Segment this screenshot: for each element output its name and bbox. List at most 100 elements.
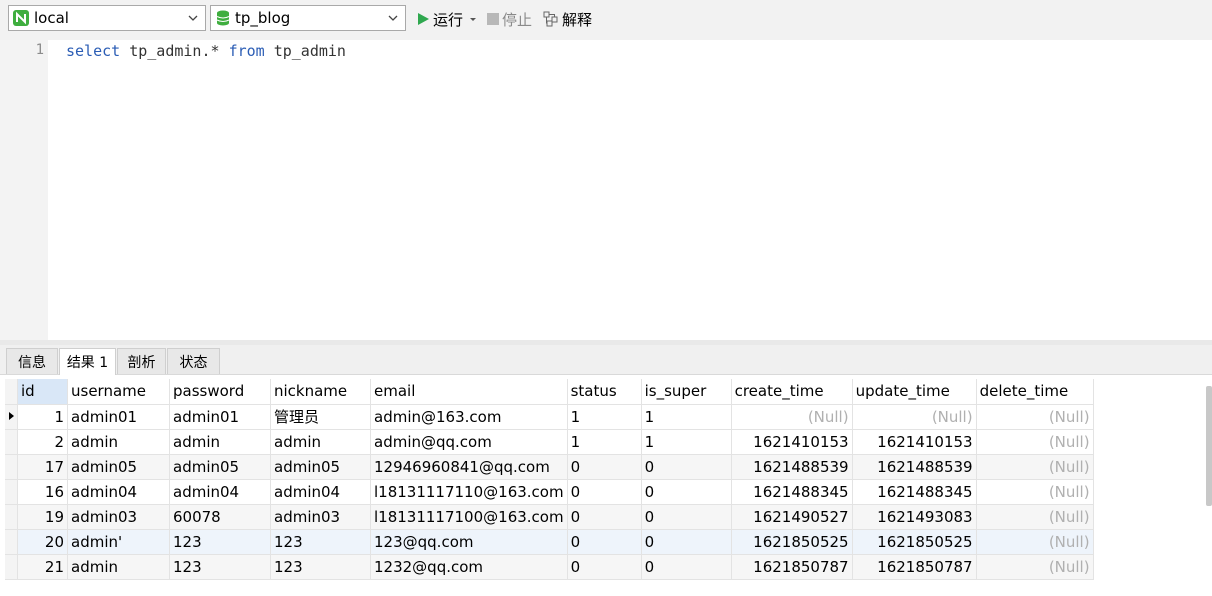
cell-delete-time[interactable]: (Null) [976,454,1094,480]
cell-username[interactable]: admin [67,429,170,455]
column-header-nickname[interactable]: nickname [270,379,371,405]
cell-status[interactable]: 0 [567,479,642,505]
cell-id[interactable]: 2 [17,429,68,455]
cell-update-time[interactable]: 1621850525 [852,529,977,555]
sql-code-line[interactable]: select tp_admin.* from tp_admin [66,42,346,60]
cell-email[interactable]: 12946960841@qq.com [370,454,568,480]
cell-status[interactable]: 0 [567,504,642,530]
cell-email[interactable]: l18131117100@163.com [370,504,568,530]
tab-status[interactable]: 状态 [167,348,220,374]
cell-is-super[interactable]: 0 [641,479,732,505]
cell-create-time[interactable]: (Null) [731,404,853,430]
cell-id[interactable]: 17 [17,454,68,480]
tab-info[interactable]: 信息 [6,348,58,374]
cell-email[interactable]: admin@163.com [370,404,568,430]
column-header-email[interactable]: email [370,379,568,405]
row-header[interactable] [5,404,18,430]
cell-username[interactable]: admin05 [67,454,170,480]
row-header[interactable] [5,429,18,455]
cell-password[interactable]: 60078 [169,504,271,530]
cell-password[interactable]: 123 [169,529,271,555]
cell-update-time[interactable]: 1621488539 [852,454,977,480]
row-header[interactable] [5,504,18,530]
cell-is-super[interactable]: 1 [641,404,732,430]
cell-create-time[interactable]: 1621850525 [731,529,853,555]
cell-nickname[interactable]: admin [270,429,371,455]
stop-button[interactable]: 停止 [487,8,532,30]
cell-status[interactable]: 0 [567,454,642,480]
cell-id[interactable]: 21 [17,554,68,580]
table-row[interactable]: 17 admin05 admin05 admin05 12946960841@qq.co… [5,454,1094,480]
cell-nickname[interactable]: 123 [270,554,371,580]
cell-status[interactable]: 1 [567,404,642,430]
cell-update-time[interactable]: 1621488345 [852,479,977,505]
cell-create-time[interactable]: 1621850787 [731,554,853,580]
column-header-password[interactable]: password [169,379,271,405]
cell-password[interactable]: admin [169,429,271,455]
row-header[interactable] [5,454,18,480]
column-header-update-time[interactable]: update_time [852,379,977,405]
column-header-id[interactable]: id [17,379,68,405]
cell-email[interactable]: 123@qq.com [370,529,568,555]
cell-is-super[interactable]: 0 [641,529,732,555]
cell-email[interactable]: admin@qq.com [370,429,568,455]
cell-create-time[interactable]: 1621488345 [731,479,853,505]
cell-update-time[interactable]: 1621850787 [852,554,977,580]
cell-password[interactable]: admin01 [169,404,271,430]
row-header[interactable] [5,529,18,555]
cell-nickname[interactable]: admin04 [270,479,371,505]
cell-is-super[interactable]: 0 [641,554,732,580]
cell-id[interactable]: 1 [17,404,68,430]
cell-update-time[interactable]: (Null) [852,404,977,430]
cell-id[interactable]: 16 [17,479,68,505]
table-row[interactable]: 20 admin' 123 123 123@qq.com 0 0 1621850525 1621… [5,529,1094,555]
cell-create-time[interactable]: 1621410153 [731,429,853,455]
column-header-username[interactable]: username [67,379,170,405]
cell-email[interactable]: 1232@qq.com [370,554,568,580]
cell-delete-time[interactable]: (Null) [976,554,1094,580]
cell-nickname[interactable]: admin05 [270,454,371,480]
cell-create-time[interactable]: 1621488539 [731,454,853,480]
cell-update-time[interactable]: 1621493083 [852,504,977,530]
column-header-delete-time[interactable]: delete_time [976,379,1094,405]
cell-nickname[interactable]: 123 [270,529,371,555]
tab-profile[interactable]: 剖析 [117,348,166,374]
row-header[interactable] [5,479,18,505]
table-row[interactable]: 16 admin04 admin04 admin04 l18131117110@163.… [5,479,1094,505]
cell-status[interactable]: 1 [567,429,642,455]
cell-status[interactable]: 0 [567,529,642,555]
cell-username[interactable]: admin04 [67,479,170,505]
cell-username[interactable]: admin03 [67,504,170,530]
cell-password[interactable]: admin04 [169,479,271,505]
cell-is-super[interactable]: 0 [641,454,732,480]
cell-is-super[interactable]: 1 [641,429,732,455]
cell-username[interactable]: admin' [67,529,170,555]
row-header[interactable] [5,554,18,580]
cell-delete-time[interactable]: (Null) [976,504,1094,530]
cell-create-time[interactable]: 1621490527 [731,504,853,530]
database-select[interactable]: tp_blog [210,5,406,31]
cell-username[interactable]: admin01 [67,404,170,430]
vertical-scrollbar[interactable] [1206,386,1212,506]
sql-editor[interactable]: 1 select tp_admin.* from tp_admin [0,40,1212,340]
cell-update-time[interactable]: 1621410153 [852,429,977,455]
table-row[interactable]: 19 admin03 60078 admin03 l18131117100@163.co… [5,504,1094,530]
cell-username[interactable]: admin [67,554,170,580]
connection-select[interactable]: local [8,5,206,31]
table-row[interactable]: 21 admin 123 123 1232@qq.com 0 0 1621850787 1621… [5,554,1094,580]
cell-delete-time[interactable]: (Null) [976,429,1094,455]
cell-delete-time[interactable]: (Null) [976,404,1094,430]
table-row[interactable]: 1 admin01 admin01 管理员 admin@163.com 1 1 (Null)(… [5,404,1094,430]
cell-status[interactable]: 0 [567,554,642,580]
cell-delete-time[interactable]: (Null) [976,529,1094,555]
cell-delete-time[interactable]: (Null) [976,479,1094,505]
column-header-status[interactable]: status [567,379,642,405]
cell-id[interactable]: 20 [17,529,68,555]
column-header-is-super[interactable]: is_super [641,379,732,405]
cell-nickname[interactable]: 管理员 [270,404,371,430]
column-header-create-time[interactable]: create_time [731,379,853,405]
cell-password[interactable]: admin05 [169,454,271,480]
cell-password[interactable]: 123 [169,554,271,580]
cell-is-super[interactable]: 0 [641,504,732,530]
run-button[interactable]: 运行 [416,8,481,30]
